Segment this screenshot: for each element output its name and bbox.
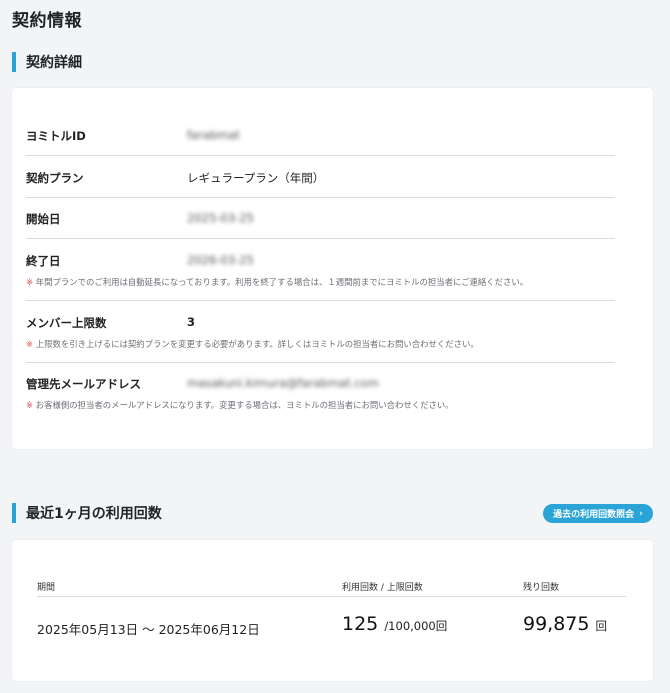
- row-value: 2025-03-25: [187, 211, 254, 225]
- row-value: farabmat: [187, 128, 240, 142]
- note-text: お客様側の担当者のメールアドレスになります。変更する場合は、ヨミトルの担当者にお…: [35, 400, 454, 410]
- note-text: 年間プランでのご利用は自動延長になっております。利用を終了する場合は、１週間前ま…: [35, 277, 529, 287]
- contract-heading-text: 契約詳細: [26, 55, 82, 71]
- divider: [37, 596, 626, 597]
- limit-count: /100,000回: [384, 619, 448, 633]
- contract-card: [12, 88, 653, 449]
- divider: [26, 300, 615, 301]
- usage-heading-text: 最近1ヶ月の利用回数: [26, 506, 162, 522]
- note-text: 上限数を引き上げるには契約プランを変更する必要があります。詳しくはヨミトルの担当…: [35, 339, 479, 349]
- row-value: masakuni.kimura@farabmat.com: [187, 376, 379, 390]
- row-note: ※ 上限数を引き上げるには契約プランを変更する必要があります。詳しくはヨミトルの…: [26, 338, 479, 350]
- remaining-value: 99,875: [523, 613, 590, 635]
- row-label: 管理先メールアドレス: [26, 377, 141, 391]
- usage-card: [12, 540, 653, 681]
- column-header-period: 期間: [37, 583, 56, 593]
- note-marker: ※: [26, 339, 34, 349]
- period-value: 2025年05月13日 〜 2025年06月12日: [37, 622, 260, 637]
- usage-section-heading: 最近1ヶ月の利用回数: [12, 503, 162, 523]
- divider: [26, 238, 615, 239]
- section-accent-bar: [12, 52, 16, 72]
- row-value: レギュラープラン（年間）: [187, 171, 325, 185]
- remaining-count: 99,875 回: [523, 613, 607, 635]
- contract-section-heading: 契約詳細: [12, 52, 82, 72]
- column-header-usage-limit: 利用回数 / 上限回数: [342, 583, 423, 593]
- used-count: 125: [342, 613, 379, 635]
- row-label: 契約プラン: [26, 171, 84, 185]
- divider: [26, 197, 615, 198]
- row-label: 終了日: [26, 254, 61, 268]
- remaining-unit: 回: [595, 619, 608, 633]
- usage-history-label: 過去の利用回数照会: [553, 510, 635, 520]
- note-marker: ※: [26, 277, 34, 287]
- row-label: メンバー上限数: [26, 316, 107, 330]
- usage-history-button[interactable]: 過去の利用回数照会 ›: [543, 504, 653, 523]
- chevron-right-icon: ›: [639, 508, 643, 519]
- row-label: ヨミトルID: [26, 129, 86, 143]
- row-note: ※ お客様側の担当者のメールアドレスになります。変更する場合は、ヨミトルの担当者…: [26, 399, 454, 411]
- row-note: ※ 年間プランでのご利用は自動延長になっております。利用を終了する場合は、１週間…: [26, 276, 528, 288]
- divider: [26, 362, 615, 363]
- page-title: 契約情報: [12, 11, 82, 31]
- usage-count: 125 /100,000回: [342, 613, 447, 635]
- row-label: 開始日: [26, 212, 61, 226]
- section-accent-bar: [12, 503, 16, 523]
- note-marker: ※: [26, 400, 34, 410]
- row-value: 3: [187, 315, 196, 329]
- divider: [26, 155, 615, 156]
- row-value: 2026-03-25: [187, 253, 254, 267]
- column-header-remaining: 残り回数: [523, 583, 560, 593]
